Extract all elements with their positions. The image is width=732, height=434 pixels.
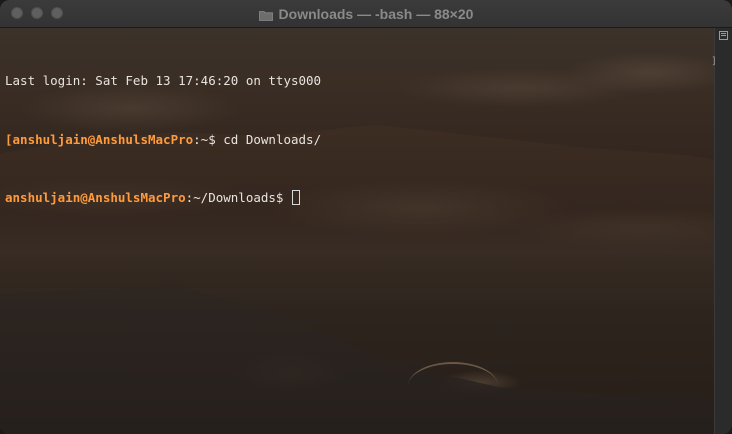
scroll-track[interactable] xyxy=(720,46,726,426)
list-icon[interactable] xyxy=(719,31,728,40)
last-login-line: Last login: Sat Feb 13 17:46:20 on ttys0… xyxy=(5,73,322,88)
text-cursor xyxy=(291,190,300,205)
scrollbar[interactable] xyxy=(714,28,732,434)
marker-bracket-icon: ] xyxy=(711,56,718,67)
window-title-area: Downloads — -bash — 88×20 xyxy=(0,0,732,27)
command-text: :~$ cd Downloads/ xyxy=(193,131,322,147)
terminal-window: Downloads — -bash — 88×20 Last login: Sa… xyxy=(0,0,732,434)
command-line: [anshuljain@AnshulsMacPro:~$ cd Download… xyxy=(5,130,714,150)
title-bar[interactable]: Downloads — -bash — 88×20 xyxy=(0,0,732,28)
window-title: Downloads — -bash — 88×20 xyxy=(278,5,474,22)
background-bridge xyxy=(408,362,498,386)
prompt-user-host: anshuljain@AnshulsMacPro xyxy=(5,190,186,205)
prompt-path: :~/Downloads$ xyxy=(185,190,291,205)
background-sea xyxy=(0,285,714,434)
terminal-lines: Last login: Sat Feb 13 17:46:20 on ttys0… xyxy=(5,32,714,247)
current-prompt-line[interactable]: anshuljain@AnshulsMacPro:~/Downloads$ xyxy=(5,188,714,208)
folder-icon xyxy=(258,8,273,21)
prompt-user-host: [anshuljain@AnshulsMacPro xyxy=(5,131,194,147)
terminal-output[interactable]: Last login: Sat Feb 13 17:46:20 on ttys0… xyxy=(0,28,714,434)
